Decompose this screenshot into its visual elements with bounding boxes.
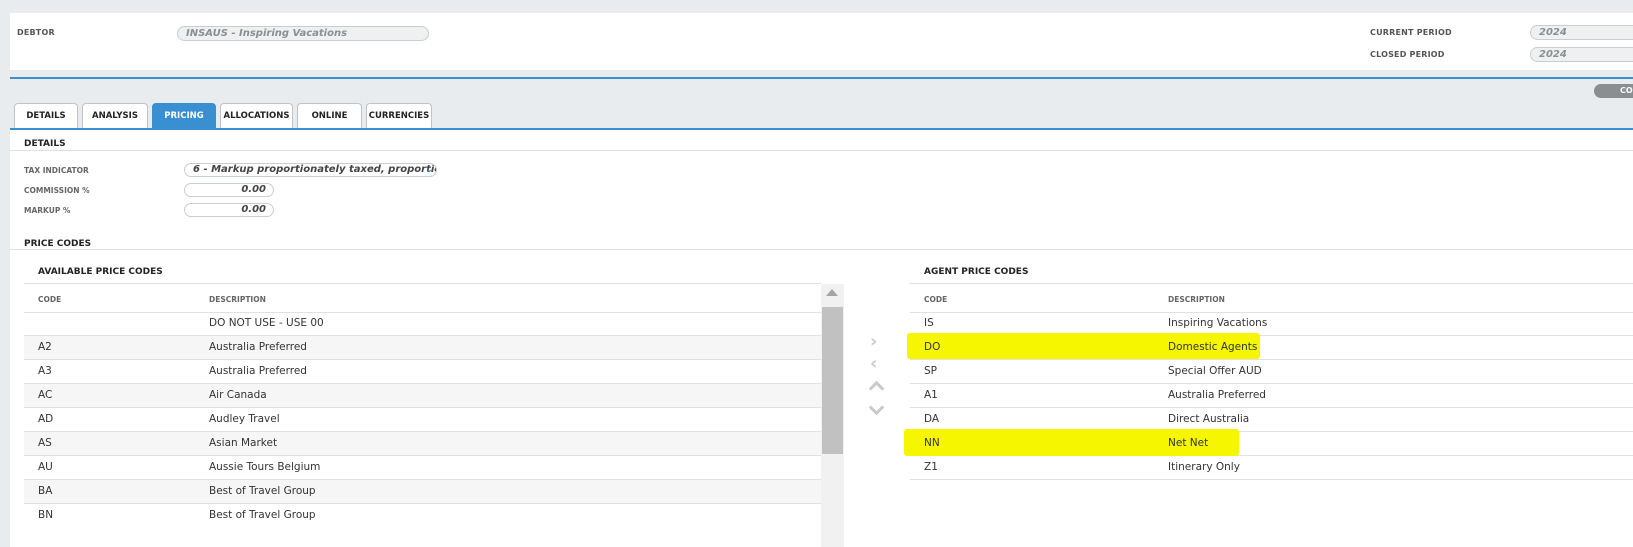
chevron-right-icon[interactable]: › (870, 331, 877, 352)
price-codes-title: PRICE CODES (24, 239, 92, 249)
description-cell: Australia Preferred (209, 365, 307, 377)
code-cell: BA (38, 485, 53, 497)
table-row[interactable]: DO Domestic Agents (907, 333, 1633, 360)
table-row[interactable]: SP Special Offer AUD (910, 360, 1633, 384)
table-row[interactable]: Z1 Itinerary Only (910, 456, 1633, 480)
commission-input[interactable]: 0.00 (184, 183, 274, 197)
code-cell: IS (924, 317, 934, 329)
header-panel (10, 13, 1633, 70)
description-cell: Asian Market (209, 437, 278, 449)
details-title: DETAILS (24, 139, 66, 149)
details-rule (10, 150, 1633, 151)
chevron-left-icon[interactable]: ‹ (870, 353, 877, 374)
available-col-code: CODE (38, 295, 62, 304)
agent-title-rule (910, 283, 1633, 284)
scroll-up-icon[interactable] (826, 289, 838, 296)
tab-allocations[interactable]: ALLOCATIONS (220, 103, 293, 128)
table-row[interactable]: BN Best of Travel Group (24, 504, 821, 528)
code-cell: AD (38, 413, 54, 425)
agent-col-description: DESCRIPTION (1168, 295, 1225, 304)
tax-indicator-select[interactable]: 6 - Markup proportionately taxed, propor… (184, 163, 437, 177)
code-cell: Z1 (924, 461, 938, 473)
description-cell: Australia Preferred (209, 341, 307, 353)
description-cell: Domestic Agents (1168, 341, 1258, 353)
scrollbar-thumb[interactable] (822, 307, 843, 454)
markup-input[interactable]: 0.00 (184, 203, 274, 217)
table-row[interactable]: A3 Australia Preferred (24, 360, 821, 384)
description-cell: Best of Travel Group (209, 509, 316, 521)
table-row[interactable]: A2 Australia Preferred (24, 336, 821, 360)
table-row[interactable]: AS Asian Market (24, 432, 821, 456)
agent-col-code: CODE (924, 295, 948, 304)
code-cell: AU (38, 461, 53, 473)
table-row[interactable]: AD Audley Travel (24, 408, 821, 432)
code-cell: AS (38, 437, 52, 449)
table-row[interactable]: A1 Australia Preferred (910, 384, 1633, 408)
table-row[interactable]: AC Air Canada (24, 384, 821, 408)
description-cell: Australia Preferred (1168, 389, 1266, 401)
agent-price-codes-title: AGENT PRICE CODES (924, 267, 1029, 277)
code-cell: A1 (924, 389, 938, 401)
description-cell: Direct Australia (1168, 413, 1250, 425)
code-cell: A2 (38, 341, 52, 353)
description-cell: Itinerary Only (1168, 461, 1240, 473)
tax-indicator-value: 6 - Markup proportionately taxed, propor… (193, 164, 436, 175)
description-cell: Aussie Tours Belgium (209, 461, 321, 473)
markup-label: MARKUP % (24, 206, 71, 215)
code-cell: SP (924, 365, 937, 377)
code-cell: A3 (38, 365, 52, 377)
code-cell: BN (38, 509, 54, 521)
tab-currencies[interactable]: CURRENCIES (366, 103, 432, 128)
tab-pricing[interactable]: PRICING (152, 103, 216, 128)
code-cell: DA (924, 413, 940, 425)
description-cell: Audley Travel (209, 413, 280, 425)
tab-analysis[interactable]: ANALYSIS (82, 103, 148, 128)
co-button[interactable]: CO (1594, 84, 1633, 98)
table-row[interactable]: DO NOT USE - USE 00 (24, 312, 821, 336)
debtor-label: DEBTOR (17, 28, 55, 37)
tab-online[interactable]: ONLINE (297, 103, 362, 128)
closed-period-field[interactable]: 2024 (1530, 47, 1633, 62)
code-cell: NN (924, 437, 940, 449)
code-cell: AC (38, 389, 53, 401)
description-cell: Inspiring Vacations (1168, 317, 1268, 329)
closed-period-label: CLOSED PERIOD (1370, 50, 1445, 59)
description-cell: Best of Travel Group (209, 485, 316, 497)
available-title-rule (24, 283, 821, 284)
price-codes-rule (10, 249, 1633, 250)
chevron-down-icon: ⌄ (425, 165, 433, 175)
description-cell: DO NOT USE - USE 00 (209, 317, 324, 329)
header-divider (10, 77, 1633, 79)
table-row[interactable]: BA Best of Travel Group (24, 480, 821, 504)
description-cell: Air Canada (209, 389, 267, 401)
table-row[interactable]: AU Aussie Tours Belgium (24, 456, 821, 480)
available-price-codes-title: AVAILABLE PRICE CODES (38, 267, 163, 277)
debtor-field[interactable]: INSAUS - Inspiring Vacations (177, 26, 429, 41)
table-row[interactable]: NN Net Net (904, 429, 1633, 456)
code-cell: DO (924, 341, 941, 353)
tax-indicator-label: TAX INDICATOR (24, 166, 89, 175)
available-col-description: DESCRIPTION (209, 295, 266, 304)
tab-details[interactable]: DETAILS (14, 103, 78, 128)
commission-label: COMMISSION % (24, 186, 90, 195)
current-period-field[interactable]: 2024 (1530, 25, 1633, 40)
description-cell: Special Offer AUD (1168, 365, 1262, 377)
description-cell: Net Net (1168, 437, 1209, 449)
current-period-label: CURRENT PERIOD (1370, 28, 1452, 37)
